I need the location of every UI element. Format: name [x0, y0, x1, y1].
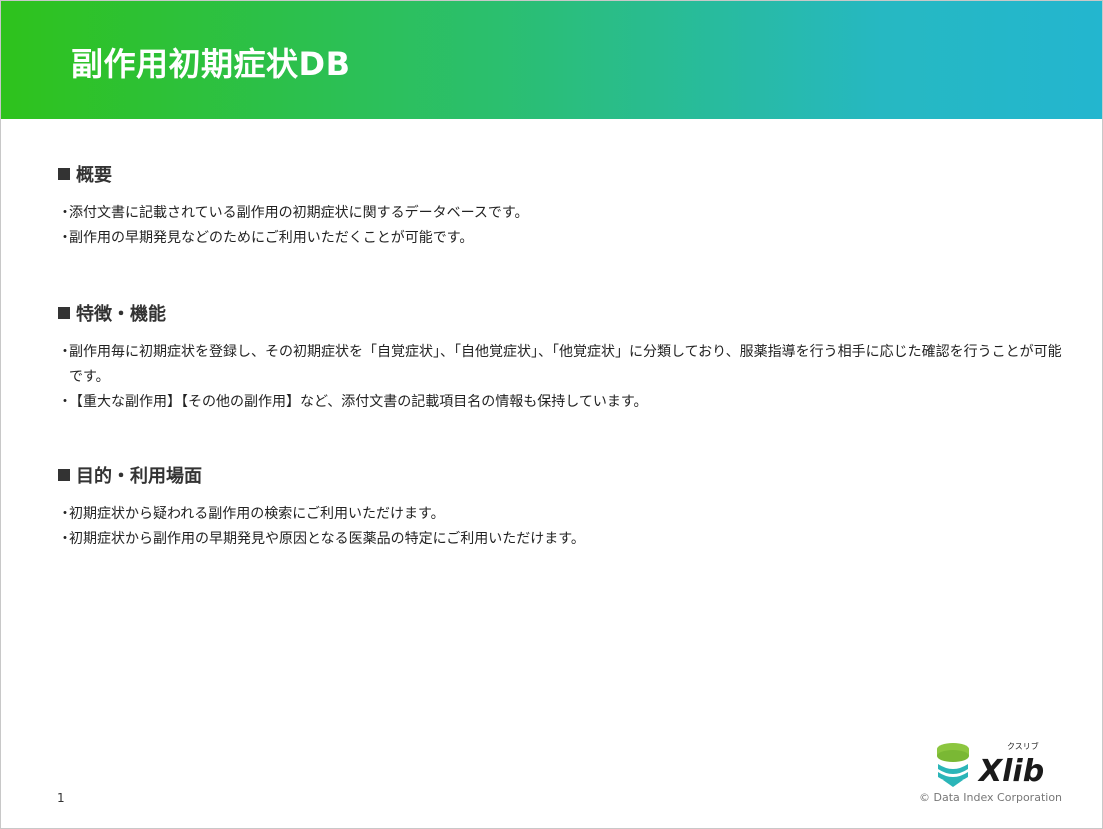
slide: 副作用初期症状DB 概要 ・ 添付文書に記載されている副作用の初期症状に関するデ… [0, 0, 1103, 829]
copyright: © Data Index Corporation [919, 791, 1063, 804]
list-item-text: 初期症状から疑われる副作用の検索にご利用いただけます。 [69, 506, 445, 522]
database-stack-icon [937, 743, 969, 787]
logo-text: Xlib [977, 754, 1044, 789]
xlib-logo: クスリブ Xlib [937, 741, 1044, 789]
list-item: ・ 初期症状から副作用の早期発見や原因となる医薬品の特定にご利用いただけます。 [58, 527, 1068, 552]
section-heading: 概要 [58, 161, 1068, 187]
list-item-text: 初期症状から副作用の早期発見や原因となる医薬品の特定にご利用いただけます。 [69, 531, 585, 547]
bullet-list: ・ 副作用毎に初期症状を登録し、その初期症状を「自覚症状」、「自他覚症状」、「他… [58, 340, 1068, 415]
square-bullet-icon [58, 307, 70, 319]
section-heading-text: 目的・利用場面 [76, 466, 202, 487]
bullet-marker: ・ [58, 205, 72, 221]
bullet-list: ・ 添付文書に記載されている副作用の初期症状に関するデータベースです。 ・ 副作… [58, 201, 1068, 251]
list-item-text: 【重大な副作用】【その他の副作用】など、添付文書の記載項目名の情報も保持していま… [69, 394, 648, 410]
bullet-marker: ・ [58, 394, 72, 410]
section-heading-text: 概要 [76, 165, 112, 186]
page-number: 1 [57, 791, 65, 805]
section-purpose: 目的・利用場面 ・ 初期症状から疑われる副作用の検索にご利用いただけます。 ・ … [58, 462, 1068, 552]
list-item: ・ 初期症状から疑われる副作用の検索にご利用いただけます。 [58, 502, 1068, 527]
section-overview: 概要 ・ 添付文書に記載されている副作用の初期症状に関するデータベースです。 ・… [58, 161, 1068, 251]
list-item: ・ 副作用毎に初期症状を登録し、その初期症状を「自覚症状」、「自他覚症状」、「他… [58, 340, 1068, 390]
list-item: ・ 【重大な副作用】【その他の副作用】など、添付文書の記載項目名の情報も保持して… [58, 390, 1068, 415]
section-heading: 特徴・機能 [58, 300, 1068, 326]
bullet-marker: ・ [58, 230, 72, 246]
bullet-marker: ・ [58, 506, 72, 522]
bullet-marker: ・ [58, 344, 72, 360]
bullet-list: ・ 初期症状から疑われる副作用の検索にご利用いただけます。 ・ 初期症状から副作… [58, 502, 1068, 552]
section-heading: 目的・利用場面 [58, 462, 1068, 488]
list-item-text: 副作用毎に初期症状を登録し、その初期症状を「自覚症状」、「自他覚症状」、「他覚症… [69, 344, 1062, 385]
logo-ruby: クスリブ [1007, 741, 1039, 751]
list-item-text: 副作用の早期発見などのためにご利用いただくことが可能です。 [69, 230, 474, 246]
page-title: 副作用初期症状DB [71, 45, 351, 83]
square-bullet-icon [58, 168, 70, 180]
list-item-text: 添付文書に記載されている副作用の初期症状に関するデータベースです。 [69, 205, 529, 221]
list-item: ・ 副作用の早期発見などのためにご利用いただくことが可能です。 [58, 226, 1068, 251]
section-heading-text: 特徴・機能 [76, 304, 166, 325]
bullet-marker: ・ [58, 531, 72, 547]
header-banner: 副作用初期症状DB [1, 1, 1102, 119]
square-bullet-icon [58, 469, 70, 481]
section-features: 特徴・機能 ・ 副作用毎に初期症状を登録し、その初期症状を「自覚症状」、「自他覚… [58, 300, 1068, 415]
list-item: ・ 添付文書に記載されている副作用の初期症状に関するデータベースです。 [58, 201, 1068, 226]
